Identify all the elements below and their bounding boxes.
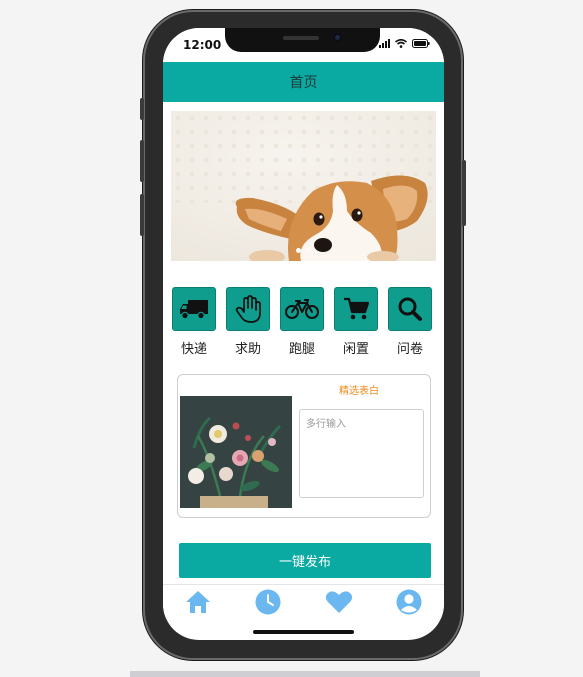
phone-power-button [462, 160, 466, 226]
card-title: 精选表白 [339, 386, 379, 397]
hand-icon [235, 295, 261, 323]
truck-icon [180, 300, 208, 320]
status-time: 12:00 [183, 38, 222, 52]
notch [225, 28, 380, 52]
card-photo [180, 396, 292, 508]
tab-home[interactable] [183, 588, 213, 616]
carousel-dot[interactable] [306, 248, 311, 253]
cart-icon [344, 297, 369, 320]
category-secondhand[interactable]: 闲置 [333, 287, 379, 357]
category-label: 闲置 [342, 342, 369, 357]
category-grid: 快递 求助 跑腿 闲置 问卷 [171, 287, 433, 357]
battery-icon [412, 39, 430, 48]
category-tile[interactable] [172, 287, 216, 331]
phone-screen: 12:00 首页 快递 求助 跑腿 闲置 问卷 精选表白 多行输入 一键发布 [163, 28, 444, 640]
bicycle-icon [285, 299, 319, 319]
category-express[interactable]: 快递 [171, 287, 217, 357]
system-icons [379, 39, 430, 48]
publish-button[interactable]: 一键发布 [179, 543, 431, 578]
bottom-strip [130, 671, 480, 677]
page-title: 首页 [289, 75, 318, 91]
category-tile[interactable] [388, 287, 432, 331]
clock-icon [255, 589, 281, 615]
home-icon [186, 591, 211, 613]
phone-volume-down [140, 194, 144, 236]
confession-card: 精选表白 [177, 374, 431, 518]
flower-bouquet-image [180, 396, 292, 508]
category-label: 问卷 [396, 342, 423, 357]
category-tile[interactable] [226, 287, 270, 331]
phone-volume-up [140, 140, 144, 182]
tab-favorites[interactable] [324, 588, 354, 616]
confession-textarea[interactable] [299, 409, 424, 498]
category-tile[interactable] [280, 287, 324, 331]
signal-icon [379, 39, 390, 48]
status-bar: 12:00 [163, 28, 444, 62]
tab-bar [163, 584, 444, 619]
category-help[interactable]: 求助 [225, 287, 271, 357]
home-indicator [253, 630, 354, 634]
category-tile[interactable] [334, 287, 378, 331]
wifi-icon [395, 39, 407, 48]
category-label: 跑腿 [288, 342, 315, 357]
banner-carousel[interactable] [171, 111, 436, 261]
carousel-dots [171, 248, 436, 253]
category-survey[interactable]: 问卷 [387, 287, 433, 357]
search-icon [398, 297, 422, 321]
category-errand[interactable]: 跑腿 [279, 287, 325, 357]
category-label: 求助 [234, 342, 261, 357]
front-camera [333, 33, 342, 42]
tab-history[interactable] [253, 588, 283, 616]
speaker-grille [283, 36, 319, 40]
heart-icon [325, 591, 352, 613]
carousel-dot-active[interactable] [296, 248, 301, 253]
banner-image-corgi [171, 111, 436, 261]
phone-silent-switch [140, 98, 144, 120]
user-icon [396, 589, 422, 615]
tab-profile[interactable] [394, 588, 424, 616]
app-header: 首页 [163, 62, 444, 102]
category-label: 快递 [180, 342, 207, 357]
